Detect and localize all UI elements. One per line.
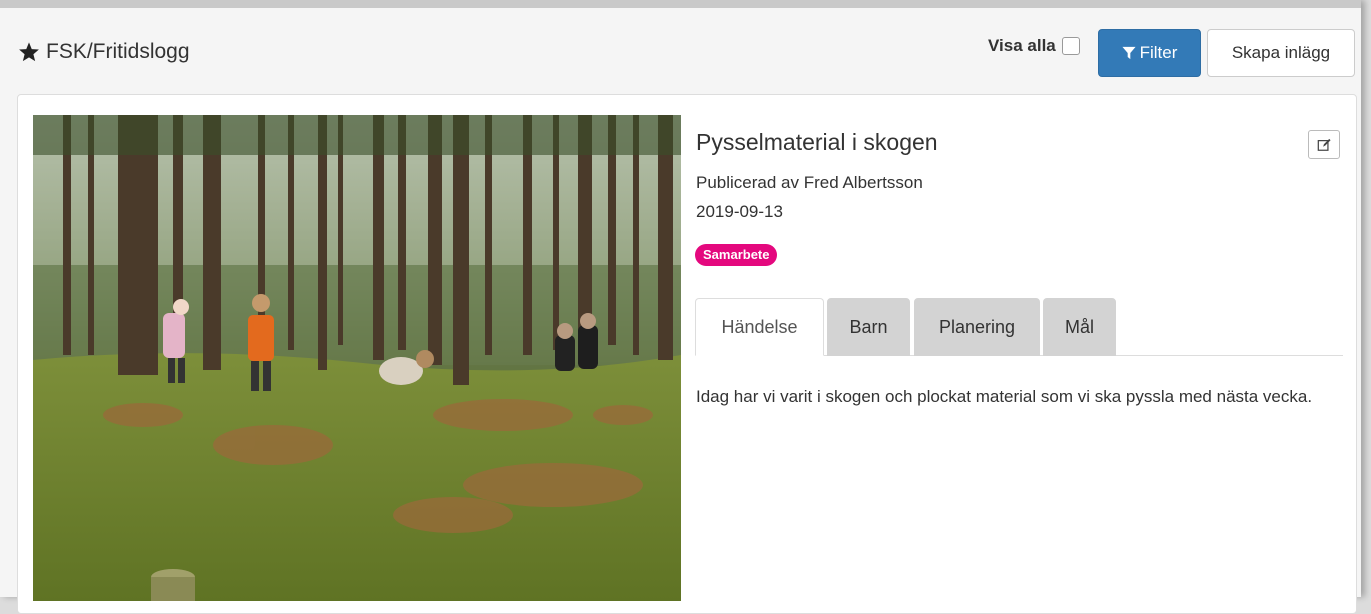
show-all-checkbox[interactable]	[1061, 37, 1080, 55]
filter-button[interactable]: Filter	[1098, 29, 1201, 77]
tab-handelse[interactable]: Händelse	[695, 298, 824, 356]
title-area: FSK/Fritidslogg	[18, 40, 190, 64]
show-all-toggle[interactable]: Visa alla	[988, 36, 1080, 56]
page-header: FSK/Fritidslogg Visa alla Filter Skapa i…	[0, 16, 1361, 82]
tab-planering[interactable]: Planering	[914, 298, 1040, 356]
tab-barn[interactable]: Barn	[827, 298, 910, 356]
tab-barn-label: Barn	[849, 316, 888, 337]
forest-photo-icon	[33, 115, 681, 601]
filter-icon	[1122, 46, 1136, 60]
tab-planering-label: Planering	[938, 316, 1016, 337]
post-image[interactable]	[33, 115, 681, 601]
category-badge: Samarbete	[695, 244, 778, 266]
edit-icon	[1317, 138, 1331, 151]
post-tabs: Händelse Barn Planering Mål	[695, 298, 1343, 356]
star-icon	[19, 42, 39, 62]
post-date: 2019-09-13	[696, 202, 783, 221]
post-author: Publicerad av Fred Albertsson	[696, 173, 923, 192]
create-post-label: Skapa inlägg	[1231, 43, 1331, 62]
tab-handelse-label: Händelse	[721, 316, 798, 337]
edit-button[interactable]	[1308, 130, 1340, 159]
filter-button-label: Filter	[1139, 43, 1178, 62]
tab-mal-label: Mål	[1064, 316, 1094, 337]
app-window: FSK/Fritidslogg Visa alla Filter Skapa i…	[0, 0, 1361, 614]
post-card: Pysselmaterial i skogen Publicerad av Fr…	[17, 94, 1357, 614]
create-post-button[interactable]: Skapa inlägg	[1207, 29, 1355, 77]
page-title: FSK/Fritidslogg	[46, 40, 190, 63]
tab-mal[interactable]: Mål	[1043, 298, 1116, 356]
post-title: Pysselmaterial i skogen	[696, 129, 938, 155]
post-content: Idag har vi varit i skogen och plockat m…	[696, 387, 1313, 406]
show-all-label: Visa alla	[988, 36, 1056, 55]
